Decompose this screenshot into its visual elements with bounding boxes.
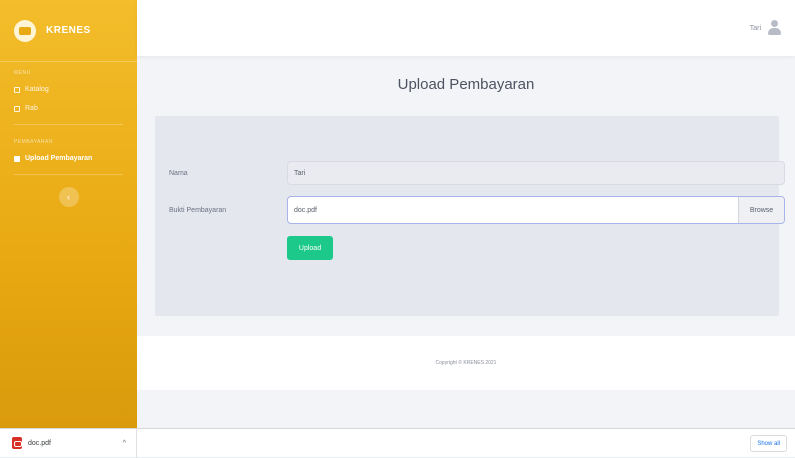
upload-form-card: Nama Tari Bukti Pembayaran doc.pdf Brows…: [155, 116, 785, 316]
sidebar-item-label: Rab: [25, 105, 38, 112]
footer: Copyright © KRENES 2021: [137, 336, 795, 390]
sidebar-item-katalog[interactable]: Katalog: [0, 80, 137, 99]
user-avatar-icon[interactable]: [767, 20, 781, 36]
table-icon: [14, 86, 20, 93]
download-item[interactable]: doc.pdf ^: [0, 428, 137, 458]
table-icon: [14, 105, 20, 112]
sidebar-item-label: Upload Pembayaran: [25, 155, 93, 162]
sidebar-item-upload-pembayaran[interactable]: Upload Pembayaran: [0, 149, 137, 168]
sidebar-heading-pembayaran: Pembayaran: [14, 139, 53, 145]
brand[interactable]: KRENES: [0, 0, 137, 62]
nama-label: Nama: [169, 169, 188, 177]
file-icon: [14, 155, 20, 162]
download-file-name: doc.pdf: [28, 439, 51, 447]
sidebar-divider: [14, 124, 123, 125]
topbar: Tari: [137, 0, 795, 56]
sidebar-divider: [14, 174, 123, 175]
form-row-bukti: Bukti Pembayaran doc.pdf Browse: [169, 196, 785, 224]
page-title: Upload Pembayaran: [397, 76, 535, 93]
user-name[interactable]: Tari: [750, 25, 761, 32]
sidebar-item-rab[interactable]: Rab: [0, 99, 137, 118]
chevron-left-icon: ‹: [67, 192, 70, 202]
nama-field[interactable]: Tari: [287, 161, 785, 185]
download-bar: doc.pdf ^ Show all: [0, 428, 795, 458]
bukti-pembayaran-label: Bukti Pembayaran: [169, 206, 227, 214]
sidebar-toggle-button[interactable]: ‹: [58, 187, 79, 207]
main-content: Tari Upload Pembayaran Nama Tari Bukti P…: [137, 0, 795, 428]
chevron-up-icon[interactable]: ^: [123, 440, 136, 447]
file-input[interactable]: doc.pdf Browse: [287, 196, 785, 224]
show-all-button[interactable]: Show all: [750, 435, 787, 452]
copyright-text: Copyright © KRENES 2021: [435, 360, 497, 366]
brand-logo-icon: [14, 19, 36, 42]
sidebar-heading-menu: Menu: [14, 70, 31, 76]
brand-name: KRENES: [46, 25, 91, 36]
form-row-nama: Nama Tari: [169, 161, 785, 185]
pdf-file-icon: [12, 437, 22, 449]
file-input-value: doc.pdf: [294, 206, 317, 214]
sidebar-item-label: Katalog: [25, 86, 49, 93]
sidebar: KRENES Menu Katalog Rab Pembayaran Uploa…: [0, 0, 137, 428]
upload-button[interactable]: Upload: [287, 236, 333, 260]
browse-button[interactable]: Browse: [738, 197, 784, 223]
app-window: KRENES Menu Katalog Rab Pembayaran Uploa…: [0, 0, 795, 428]
